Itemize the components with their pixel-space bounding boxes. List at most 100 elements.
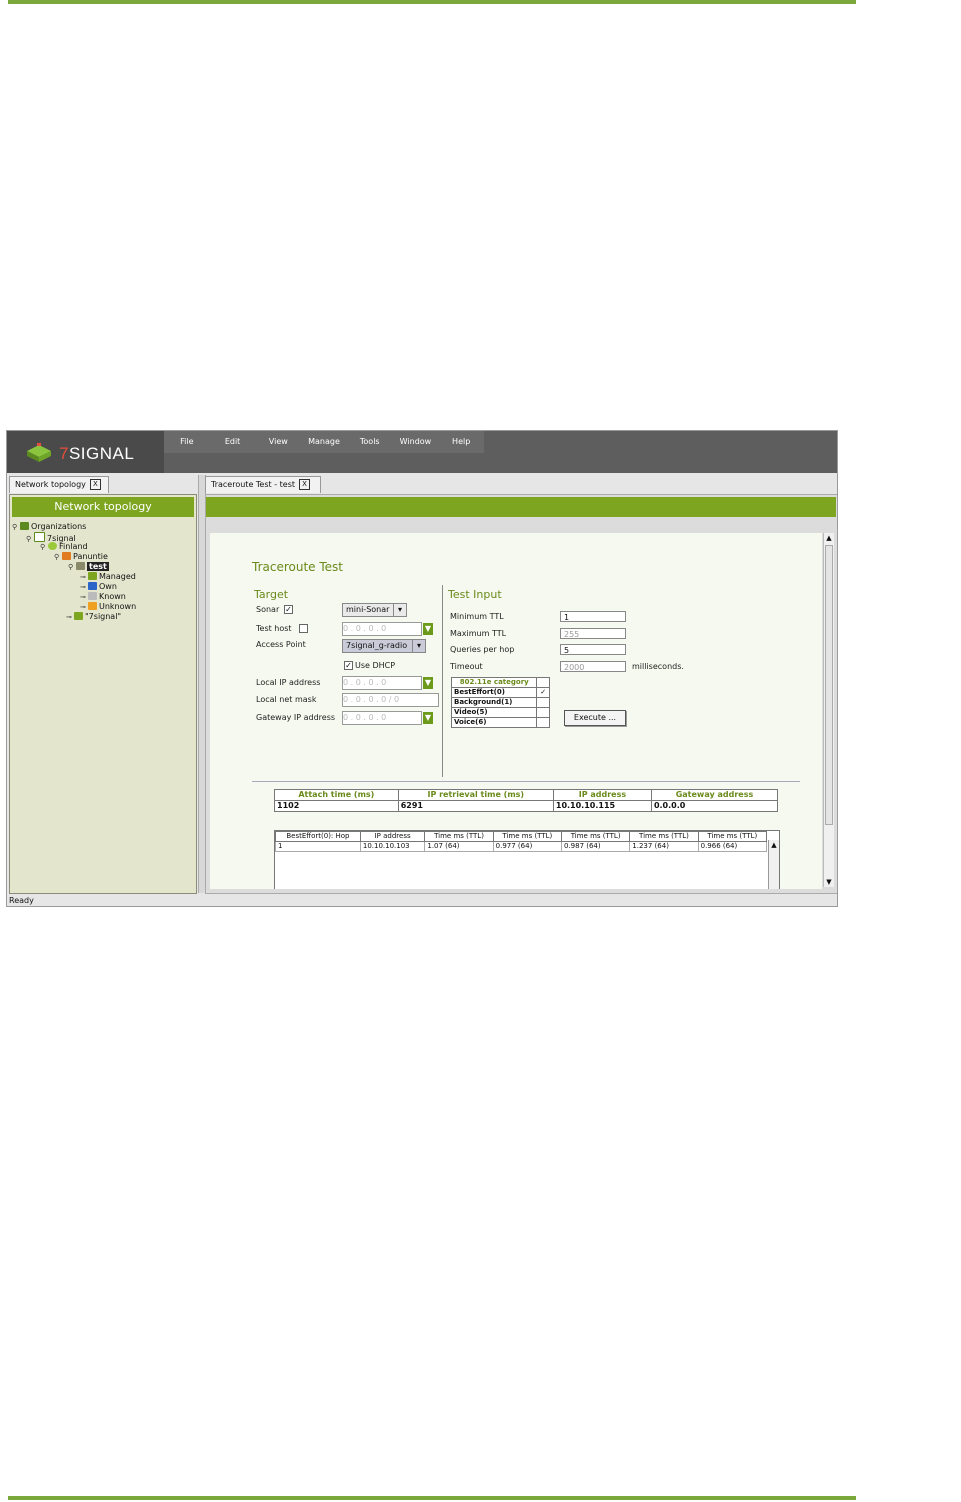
- test-input-heading: Test Input: [448, 588, 502, 601]
- results-header: Time ms (TTL): [424, 831, 494, 842]
- results-header: Time ms (TTL): [697, 831, 768, 842]
- scroll-thumb[interactable]: [825, 545, 833, 825]
- test-host-checkbox[interactable]: [299, 624, 308, 633]
- network-icon: [74, 612, 83, 620]
- form-scrollbar[interactable]: ▲ ▼: [823, 533, 834, 887]
- scroll-down-icon[interactable]: ▼: [824, 877, 834, 887]
- tree-node-known[interactable]: ⊸ Known: [80, 592, 126, 602]
- menu-manage[interactable]: Manage: [301, 431, 347, 453]
- category-video-label: Video(5): [450, 707, 538, 718]
- expand-icon[interactable]: ⚲: [26, 534, 34, 544]
- network-topology-panel: Network topology ⚲ Organizations ⚲ 7signal…: [9, 494, 197, 894]
- menu-view[interactable]: View: [255, 431, 301, 453]
- menu-file[interactable]: File: [164, 431, 210, 453]
- tree-node-label: Managed: [99, 572, 136, 581]
- logo-word: SIGNAL: [68, 444, 135, 463]
- collapse-icon[interactable]: ⊸: [80, 572, 88, 582]
- timeout-unit: milliseconds.: [632, 662, 684, 671]
- sonar-select[interactable]: mini-Sonar ▾: [342, 603, 407, 617]
- known-icon: [88, 592, 97, 600]
- results-cell: 0.987 (64): [560, 841, 631, 852]
- close-icon[interactable]: X: [299, 479, 310, 490]
- gateway-ip-label: Gateway IP address: [256, 713, 336, 722]
- menu-bar: File Edit View Manage Tools Window Help: [164, 431, 484, 453]
- unknown-icon: [88, 602, 97, 610]
- category-table: 802.11e category BestEffort(0) ✓ Backgrou…: [450, 677, 550, 728]
- close-icon[interactable]: X: [89, 479, 101, 490]
- max-ttl-input[interactable]: 255: [560, 628, 626, 639]
- results-cell: 1: [275, 841, 361, 852]
- queries-label: Queries per hop: [450, 645, 515, 654]
- tree-node-unknown[interactable]: ⊸ Unknown: [80, 602, 136, 612]
- tree-node-managed[interactable]: ⊸ Managed: [80, 572, 136, 582]
- results-scrollbar[interactable]: ▲: [768, 840, 779, 889]
- table-row[interactable]: 1 10.10.10.103 1.07 (64) 0.977 (64) 0.98…: [275, 841, 768, 852]
- tree-node-label: Finland: [59, 542, 88, 551]
- site-icon: [62, 552, 71, 560]
- tree-node-panuntie[interactable]: ⚲ Panuntie: [54, 552, 108, 562]
- scroll-up-icon[interactable]: ▲: [824, 533, 834, 543]
- tree-node-test[interactable]: ⚲ test: [68, 562, 109, 572]
- queries-input[interactable]: 5: [560, 644, 626, 655]
- menu-tools[interactable]: Tools: [347, 431, 393, 453]
- collapse-icon[interactable]: ⊸: [66, 612, 74, 622]
- results-cell: 0.966 (64): [697, 841, 768, 852]
- collapse-icon[interactable]: ⊸: [80, 582, 88, 592]
- sonar-icon: [76, 562, 85, 570]
- expand-icon[interactable]: ⚲: [54, 552, 62, 562]
- category-background-label: Background(1): [450, 697, 538, 708]
- local-ip-field[interactable]: 0 . 0 . 0 . 0: [342, 676, 422, 690]
- title-bar: 7SIGNAL File Edit View Manage Tools Wind…: [7, 431, 837, 473]
- results-cell: 1.237 (64): [629, 841, 699, 852]
- menu-edit[interactable]: Edit: [210, 431, 256, 453]
- scroll-up-icon[interactable]: ▲: [771, 841, 776, 849]
- category-background-checkbox[interactable]: [536, 697, 550, 708]
- tab-network-topology[interactable]: Network topology X: [9, 476, 109, 493]
- category-video-checkbox[interactable]: [536, 707, 550, 718]
- tree-node-organizations[interactable]: ⚲ Organizations: [12, 522, 86, 532]
- timeout-input[interactable]: 2000: [560, 661, 626, 672]
- gateway-ip-dropdown-icon[interactable]: ▼: [423, 712, 433, 724]
- local-mask-field[interactable]: 0 . 0 . 0 . 0 / 0: [342, 693, 439, 707]
- category-header-spacer: [536, 677, 550, 688]
- menu-window[interactable]: Window: [393, 431, 439, 453]
- collapse-icon[interactable]: ⊸: [80, 602, 88, 612]
- tree-node-own[interactable]: ⊸ Own: [80, 582, 117, 592]
- page-title: Traceroute Test: [252, 560, 343, 574]
- access-point-select[interactable]: 7signal_g-radio ▾: [342, 639, 426, 653]
- expand-icon[interactable]: ⚲: [12, 522, 20, 532]
- info-header: IP address: [552, 789, 652, 801]
- logo-seven: 7: [59, 444, 69, 463]
- menu-help[interactable]: Help: [438, 431, 484, 453]
- traceroute-form: Traceroute Test Target Sonar ✓ mini-Sona…: [210, 533, 822, 889]
- execute-button[interactable]: Execute ...: [564, 710, 626, 726]
- test-host-label: Test host: [256, 624, 292, 633]
- application-window: 7SIGNAL File Edit View Manage Tools Wind…: [6, 430, 838, 907]
- page-bottom-rule: [8, 1496, 856, 1500]
- tab-traceroute-test[interactable]: Traceroute Test - test X: [205, 476, 321, 493]
- section-divider: [442, 585, 443, 777]
- logo-icon: [27, 443, 51, 462]
- sonar-select-value: mini-Sonar: [346, 605, 390, 614]
- tree-node-finland[interactable]: ⚲ Finland: [40, 542, 88, 552]
- category-voice-checkbox[interactable]: [536, 717, 550, 728]
- tree-node-7signal[interactable]: ⚲ 7signal: [26, 532, 76, 544]
- collapse-icon[interactable]: ⊸: [80, 592, 88, 602]
- organization-icon: [20, 522, 29, 530]
- expand-icon[interactable]: ⚲: [40, 542, 48, 552]
- results-cell: 1.07 (64): [424, 841, 494, 852]
- own-icon: [88, 582, 97, 590]
- expand-icon[interactable]: ⚲: [68, 562, 76, 572]
- access-point-label: Access Point: [256, 640, 306, 649]
- test-host-dropdown-icon[interactable]: ▼: [423, 623, 433, 635]
- sonar-checkbox[interactable]: ✓: [284, 605, 293, 614]
- local-ip-dropdown-icon[interactable]: ▼: [423, 677, 433, 689]
- gateway-ip-field[interactable]: 0 . 0 . 0 . 0: [342, 711, 422, 725]
- min-ttl-input[interactable]: 1: [560, 611, 626, 622]
- tree-node-label: Panuntie: [73, 552, 108, 561]
- category-besteffort-checkbox[interactable]: ✓: [536, 687, 550, 698]
- test-host-ip-field[interactable]: 0 . 0 . 0 . 0: [342, 622, 422, 636]
- tab-label: Traceroute Test - test: [211, 480, 295, 489]
- tree-node-7signal-network[interactable]: ⊸ "7signal": [66, 612, 121, 622]
- use-dhcp-checkbox[interactable]: ✓: [344, 661, 353, 670]
